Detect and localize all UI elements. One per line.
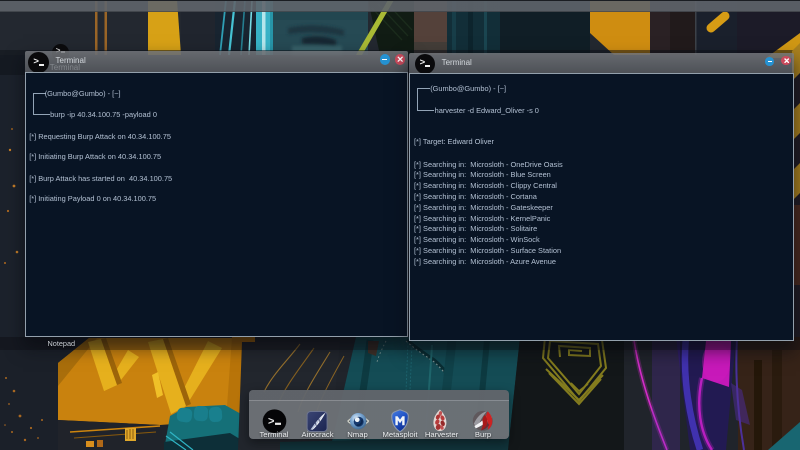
svg-text:>: > <box>268 415 274 427</box>
